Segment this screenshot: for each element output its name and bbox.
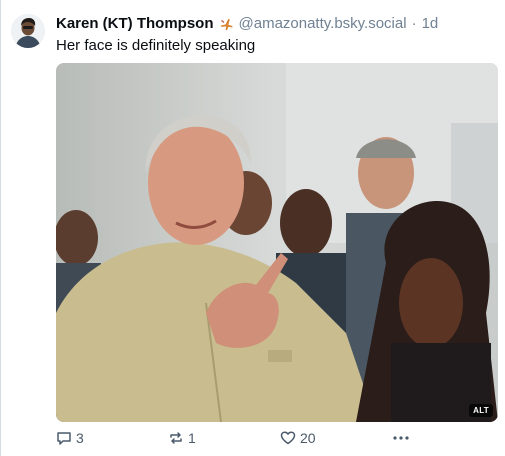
alt-badge[interactable]: ALT (469, 404, 493, 417)
separator-dot: · (411, 15, 417, 32)
post-actions: 3 1 20 (56, 430, 498, 450)
reply-icon (56, 430, 72, 446)
like-button[interactable]: 20 (280, 430, 316, 446)
post-timestamp[interactable]: 1d (422, 14, 439, 34)
avatar[interactable] (11, 14, 45, 48)
post-item[interactable]: Karen (KT) Thompson @amazonatty.bsky.soc… (0, 0, 505, 456)
repost-button[interactable]: 1 (168, 430, 196, 446)
repost-count: 1 (188, 430, 196, 446)
author-handle[interactable]: @amazonatty.bsky.social (239, 14, 407, 34)
reply-count: 3 (76, 430, 84, 446)
heart-icon (280, 430, 296, 446)
airplane-icon (219, 17, 234, 32)
post-header: Karen (KT) Thompson @amazonatty.bsky.soc… (56, 14, 497, 34)
repost-icon (168, 430, 184, 446)
like-count: 20 (300, 430, 316, 446)
author-display-name[interactable]: Karen (KT) Thompson (56, 14, 214, 34)
post-text: Her face is definitely speaking (56, 37, 256, 54)
ellipsis-icon (392, 430, 410, 446)
more-options-button[interactable] (392, 430, 410, 446)
reply-button[interactable]: 3 (56, 430, 84, 446)
post-image[interactable]: ALT (56, 63, 498, 422)
